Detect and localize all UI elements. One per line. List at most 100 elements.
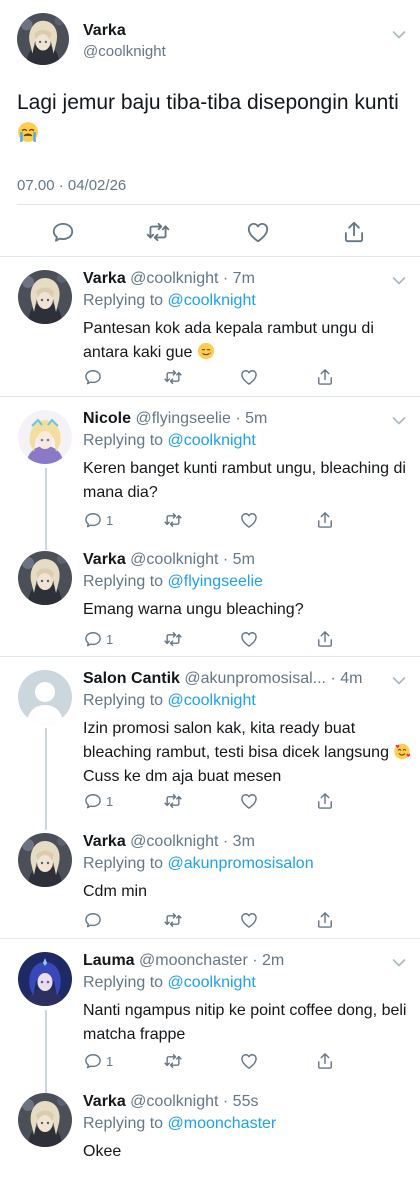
reply-actions bbox=[83, 910, 413, 932]
reply-icon bbox=[83, 367, 103, 387]
share-icon bbox=[315, 1051, 335, 1071]
reply-button[interactable]: 1 bbox=[83, 629, 113, 649]
avatar[interactable] bbox=[18, 551, 72, 605]
retweet-button[interactable] bbox=[145, 219, 171, 245]
avatar[interactable] bbox=[18, 670, 72, 724]
reply-button[interactable] bbox=[83, 910, 106, 930]
heart-icon bbox=[239, 510, 259, 530]
share-button[interactable] bbox=[341, 219, 367, 245]
replying-to-link[interactable]: @akunpromosisalon bbox=[168, 855, 314, 872]
reply-button[interactable]: 1 bbox=[83, 1051, 113, 1071]
replying-to: Replying to @akunpromosisalon bbox=[83, 855, 314, 873]
reply-button[interactable] bbox=[83, 367, 106, 387]
chevron-down-icon[interactable] bbox=[392, 416, 406, 426]
replying-to-link[interactable]: @coolknight bbox=[168, 432, 256, 449]
chevron-down-icon[interactable] bbox=[392, 276, 406, 286]
like-button[interactable] bbox=[239, 791, 259, 811]
reply-tweet[interactable]: Varka @coolknight · 7m Replying to @cool… bbox=[0, 257, 420, 397]
smiling-face-with-hearts-emoji bbox=[393, 742, 411, 760]
share-icon bbox=[315, 791, 335, 811]
reply-tweet[interactable]: Lauma @moonchaster · 2m Replying to @coo… bbox=[0, 939, 420, 1081]
reply-button[interactable] bbox=[50, 219, 76, 245]
like-button[interactable] bbox=[245, 219, 271, 245]
chevron-down-icon[interactable] bbox=[392, 30, 406, 40]
reply-text: Cdm min bbox=[83, 883, 148, 900]
retweet-button[interactable] bbox=[163, 1051, 183, 1071]
retweet-button[interactable] bbox=[163, 510, 183, 530]
retweet-button[interactable] bbox=[163, 629, 183, 649]
reply-header: Salon Cantik @akunpromosisal... · 4m bbox=[83, 670, 383, 688]
replying-to-link[interactable]: @moonchaster bbox=[168, 1115, 277, 1132]
replying-to-link[interactable]: @coolknight bbox=[168, 692, 256, 709]
reply-count: 1 bbox=[106, 631, 114, 647]
author-handle[interactable]: @coolknight bbox=[83, 43, 166, 60]
like-button[interactable] bbox=[239, 367, 259, 387]
handle-and-time: @coolknight · 7m bbox=[130, 270, 255, 287]
handle-and-time: @moonchaster · 2m bbox=[139, 952, 285, 969]
reply-count: 1 bbox=[106, 512, 114, 528]
like-button[interactable] bbox=[239, 910, 259, 930]
loudly-crying-face-emoji bbox=[17, 121, 39, 143]
reply-icon bbox=[50, 219, 76, 245]
reply-button[interactable]: 1 bbox=[83, 791, 113, 811]
heart-icon bbox=[239, 367, 259, 387]
tweet-body: Lagi jemur baju tiba-tiba disepongin kun… bbox=[17, 91, 399, 114]
reply-tweet[interactable]: Salon Cantik @akunpromosisal... · 4m Rep… bbox=[0, 657, 420, 819]
replying-to: Replying to @moonchaster bbox=[83, 1115, 276, 1133]
divider bbox=[17, 204, 420, 205]
chevron-down-icon[interactable] bbox=[392, 958, 406, 968]
share-button[interactable] bbox=[315, 791, 335, 811]
replying-prefix: Replying to bbox=[83, 692, 168, 709]
author-name[interactable]: Varka bbox=[83, 551, 126, 568]
reply-button[interactable]: 1 bbox=[83, 510, 113, 530]
share-button[interactable] bbox=[315, 510, 335, 530]
avatar[interactable] bbox=[18, 410, 72, 464]
reply-tweet[interactable]: Varka @coolknight · 55s Replying to @moo… bbox=[0, 1080, 420, 1200]
avatar[interactable] bbox=[18, 952, 72, 1006]
avatar[interactable] bbox=[18, 833, 72, 887]
replying-prefix: Replying to bbox=[83, 292, 168, 309]
handle-and-time: @coolknight · 5m bbox=[130, 551, 255, 568]
smiling-face-with-tear-emoji bbox=[197, 342, 215, 360]
replying-prefix: Replying to bbox=[83, 855, 168, 872]
reply-tweet[interactable]: Nicole @flyingseelie · 5m Replying to @c… bbox=[0, 397, 420, 540]
avatar[interactable] bbox=[17, 13, 69, 65]
reply-text: Izin promosi salon kak, kita ready buat … bbox=[83, 717, 413, 789]
share-button[interactable] bbox=[315, 910, 335, 930]
author-name[interactable]: Varka bbox=[83, 1093, 126, 1110]
chevron-down-icon[interactable] bbox=[392, 676, 406, 686]
replying-prefix: Replying to bbox=[83, 974, 168, 991]
author-name[interactable]: Lauma bbox=[83, 952, 135, 969]
replying-to-link[interactable]: @coolknight bbox=[168, 292, 256, 309]
retweet-button[interactable] bbox=[163, 791, 183, 811]
replying-to-link[interactable]: @coolknight bbox=[168, 974, 256, 991]
share-button[interactable] bbox=[315, 629, 335, 649]
reply-header: Varka @coolknight · 7m bbox=[83, 270, 383, 288]
avatar[interactable] bbox=[18, 1093, 72, 1147]
reply-tweet[interactable]: Varka @coolknight · 3m Replying to @akun… bbox=[0, 820, 420, 938]
reply-tweet[interactable]: Varka @coolknight · 5m Replying to @flyi… bbox=[0, 538, 420, 656]
retweet-button[interactable] bbox=[163, 367, 183, 387]
avatar[interactable] bbox=[18, 270, 72, 324]
author-name[interactable]: Salon Cantik bbox=[83, 670, 180, 687]
replying-to-link[interactable]: @flyingseelie bbox=[168, 573, 263, 590]
author-name[interactable]: Nicole bbox=[83, 410, 131, 427]
retweet-icon bbox=[163, 791, 183, 811]
like-button[interactable] bbox=[239, 1051, 259, 1071]
reply-icon bbox=[83, 910, 103, 930]
reply-body: Izin promosi salon kak, kita ready buat … bbox=[83, 720, 389, 761]
like-button[interactable] bbox=[239, 510, 259, 530]
replying-prefix: Replying to bbox=[83, 1115, 168, 1132]
share-button[interactable] bbox=[315, 1051, 335, 1071]
author-name[interactable]: Varka bbox=[83, 22, 126, 40]
replying-to: Replying to @coolknight bbox=[83, 432, 256, 450]
reply-icon bbox=[83, 791, 103, 811]
author-name[interactable]: Varka bbox=[83, 833, 126, 850]
reply-header: Varka @coolknight · 5m bbox=[83, 551, 383, 569]
retweet-button[interactable] bbox=[163, 910, 183, 930]
author-name[interactable]: Varka bbox=[83, 270, 126, 287]
share-button[interactable] bbox=[315, 367, 335, 387]
retweet-icon bbox=[163, 510, 183, 530]
like-button[interactable] bbox=[239, 629, 259, 649]
reply-body-continued: Cuss ke dm aja buat mesen bbox=[83, 768, 282, 785]
